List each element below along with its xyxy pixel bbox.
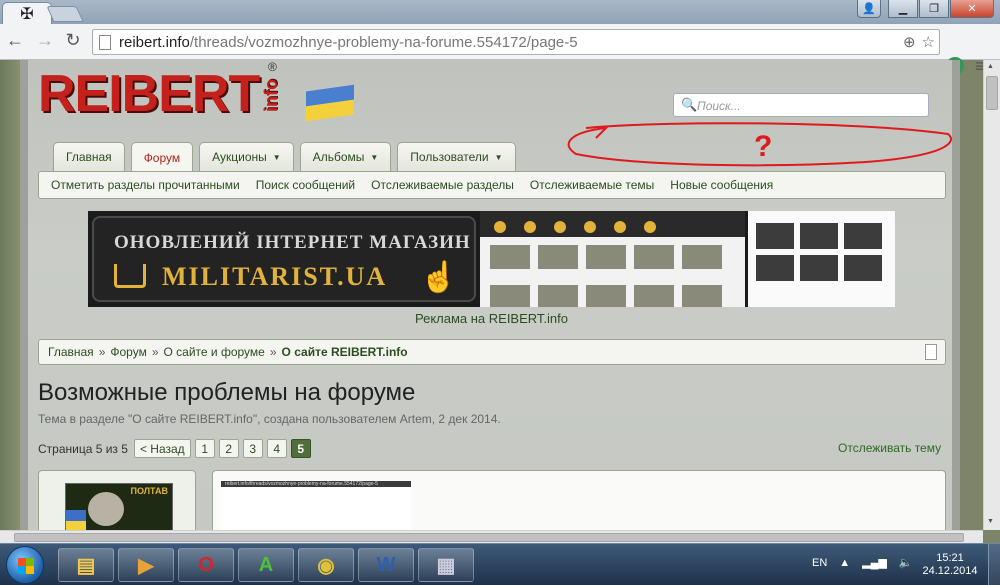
page-2-button[interactable]: 2	[218, 439, 239, 458]
chrome-icon[interactable]: ◉	[298, 548, 354, 582]
vertical-scrollbar[interactable]: ▲ ▼	[983, 60, 1000, 530]
post-content: reibert.info/threads/vozmozhnye-problemy…	[212, 470, 946, 530]
language-indicator[interactable]: EN	[812, 557, 827, 569]
pagination: Страница 5 из 5 < Назад 1 2 3 4 5	[38, 439, 311, 458]
main-nav-tabs: Главная Форум Аукционы ▼ Альбомы ▼ Пользов…	[53, 142, 516, 172]
minimize-button[interactable]: ▁	[888, 0, 918, 18]
breadcrumb-home[interactable]: Главная	[48, 345, 94, 359]
red-question-annotation: ?	[567, 122, 952, 167]
new-posts-link[interactable]: Новые сообщения	[670, 178, 773, 192]
prev-page-button[interactable]: < Назад	[133, 439, 191, 458]
scroll-up-icon[interactable]: ▲	[987, 63, 994, 70]
opera-icon[interactable]: O	[178, 548, 234, 582]
explorer-icon[interactable]: ▤	[58, 548, 114, 582]
page-5-button[interactable]: 5	[290, 439, 311, 458]
chevron-down-icon: ▼	[494, 152, 503, 162]
browser-tab[interactable]: ✠	[2, 2, 52, 24]
scrollbar-thumb[interactable]	[986, 76, 998, 110]
ukraine-flag-icon	[66, 510, 86, 530]
page-viewport: REIBERT info ® 🔍 Поиск... ? Главная Фору…	[0, 60, 1000, 530]
forward-arrow-icon[interactable]: →	[34, 30, 56, 51]
page-title: Возможные проблемы на форуме	[38, 379, 416, 406]
network-icon[interactable]: ▂▄▆	[862, 556, 887, 569]
pointer-hand-icon: ☝	[420, 261, 458, 294]
tab-forum[interactable]: Форум	[130, 142, 194, 172]
tray-expand-icon[interactable]: ▲	[839, 557, 850, 569]
watched-threads-link[interactable]: Отслеживаемые темы	[530, 178, 654, 192]
mark-read-link[interactable]: Отметить разделы прочитанными	[51, 178, 240, 192]
media-player-icon[interactable]: ▶	[118, 548, 174, 582]
page-icon	[99, 35, 111, 50]
banner-shop-preview	[480, 211, 745, 307]
new-tab-button[interactable]	[46, 6, 84, 22]
search-icon: 🔍	[681, 97, 698, 112]
browser-toolbar: ← → ↻ reibert.info/threads/vozmozhnye-pr…	[0, 24, 1000, 76]
post-screenshot-image[interactable]: reibert.info/threads/vozmozhnye-problemy…	[221, 481, 411, 530]
page-4-button[interactable]: 4	[266, 439, 287, 458]
banner-product-preview	[748, 211, 895, 307]
scroll-down-icon[interactable]: ▼	[987, 518, 994, 525]
window-titlebar: ✠ 👤 ▁ ❐ ✕	[0, 0, 1000, 24]
chevron-down-icon: ▼	[272, 152, 281, 162]
annotation-mark: ?	[754, 130, 772, 163]
tab-auctions[interactable]: Аукционы ▼	[199, 142, 294, 171]
watch-thread-link[interactable]: Отслеживать тему	[838, 441, 941, 455]
tab-albums[interactable]: Альбомы ▼	[299, 142, 392, 171]
tab-home[interactable]: Главная	[53, 142, 125, 171]
volume-icon[interactable]: 🔈	[899, 556, 913, 569]
address-bar[interactable]: reibert.info/threads/vozmozhnye-problemy…	[92, 29, 940, 55]
site-logo[interactable]: REIBERT info	[38, 68, 288, 120]
page-1-button[interactable]: 1	[194, 439, 215, 458]
cart-icon	[114, 264, 146, 288]
registered-mark: ®	[268, 60, 277, 74]
tab-users[interactable]: Пользователи ▼	[397, 142, 516, 171]
banner-text-panel: ОНОВЛЕНИЙ ІНТЕРНЕТ МАГАЗИН MILITARIST.UA…	[92, 216, 476, 302]
back-arrow-icon[interactable]: ←	[4, 30, 26, 51]
calculator-icon[interactable]: ▦	[418, 548, 474, 582]
word-icon[interactable]: W	[358, 548, 414, 582]
bookmark-star-icon[interactable]: ☆	[922, 33, 935, 51]
thread-meta: Тема в разделе "О сайте REIBERT.info", с…	[38, 412, 501, 426]
start-button[interactable]	[6, 546, 44, 584]
rss-doc-icon[interactable]	[925, 344, 937, 360]
system-tray: EN ▲ ▂▄▆ 🔈	[812, 556, 913, 570]
avatar[interactable]: ПОЛТАВ	[65, 483, 173, 530]
hscrollbar-thumb[interactable]	[14, 533, 964, 542]
close-button[interactable]: ✕	[950, 0, 994, 18]
zoom-icon[interactable]: ⊕	[903, 33, 916, 51]
watched-forums-link[interactable]: Отслеживаемые разделы	[371, 178, 514, 192]
forum-subnav: Отметить разделы прочитанными Поиск сооб…	[38, 171, 946, 199]
chevron-down-icon: ▼	[370, 152, 379, 162]
post-user-panel: ПОЛТАВ	[38, 470, 196, 530]
maximize-button[interactable]: ❐	[919, 0, 949, 18]
forum-favicon-icon: ✠	[20, 5, 34, 23]
show-desktop-button[interactable]	[988, 544, 1000, 585]
search-posts-link[interactable]: Поиск сообщений	[256, 178, 355, 192]
profile-icon[interactable]: 👤	[857, 0, 881, 18]
address-url[interactable]: reibert.info/threads/vozmozhnye-problemy…	[119, 34, 578, 51]
reload-icon[interactable]: ↻	[62, 30, 84, 51]
breadcrumb-current[interactable]: О сайте REIBERT.info	[282, 345, 408, 359]
breadcrumb: Главная » Форум » О сайте и форуме » О с…	[38, 339, 946, 365]
page-3-button[interactable]: 3	[242, 439, 263, 458]
ad-caption-link[interactable]: Реклама на REIBERT.info	[0, 311, 983, 326]
breadcrumb-forum[interactable]: Форум	[110, 345, 146, 359]
breadcrumb-about-site[interactable]: О сайте и форуме	[164, 345, 265, 359]
horizontal-scrollbar[interactable]	[0, 530, 983, 543]
clock[interactable]: 15:21 24.12.2014	[920, 552, 980, 578]
search-input[interactable]: 🔍 Поиск...	[673, 93, 929, 117]
ad-banner[interactable]: ОНОВЛЕНИЙ ІНТЕРНЕТ МАГАЗИН MILITARIST.UA…	[88, 211, 895, 307]
taskbar: ▤ ▶ O A ◉ W ▦ EN ▲ ▂▄▆ 🔈 15:21 24.12.201…	[0, 543, 1000, 585]
a-app-icon[interactable]: A	[238, 548, 294, 582]
